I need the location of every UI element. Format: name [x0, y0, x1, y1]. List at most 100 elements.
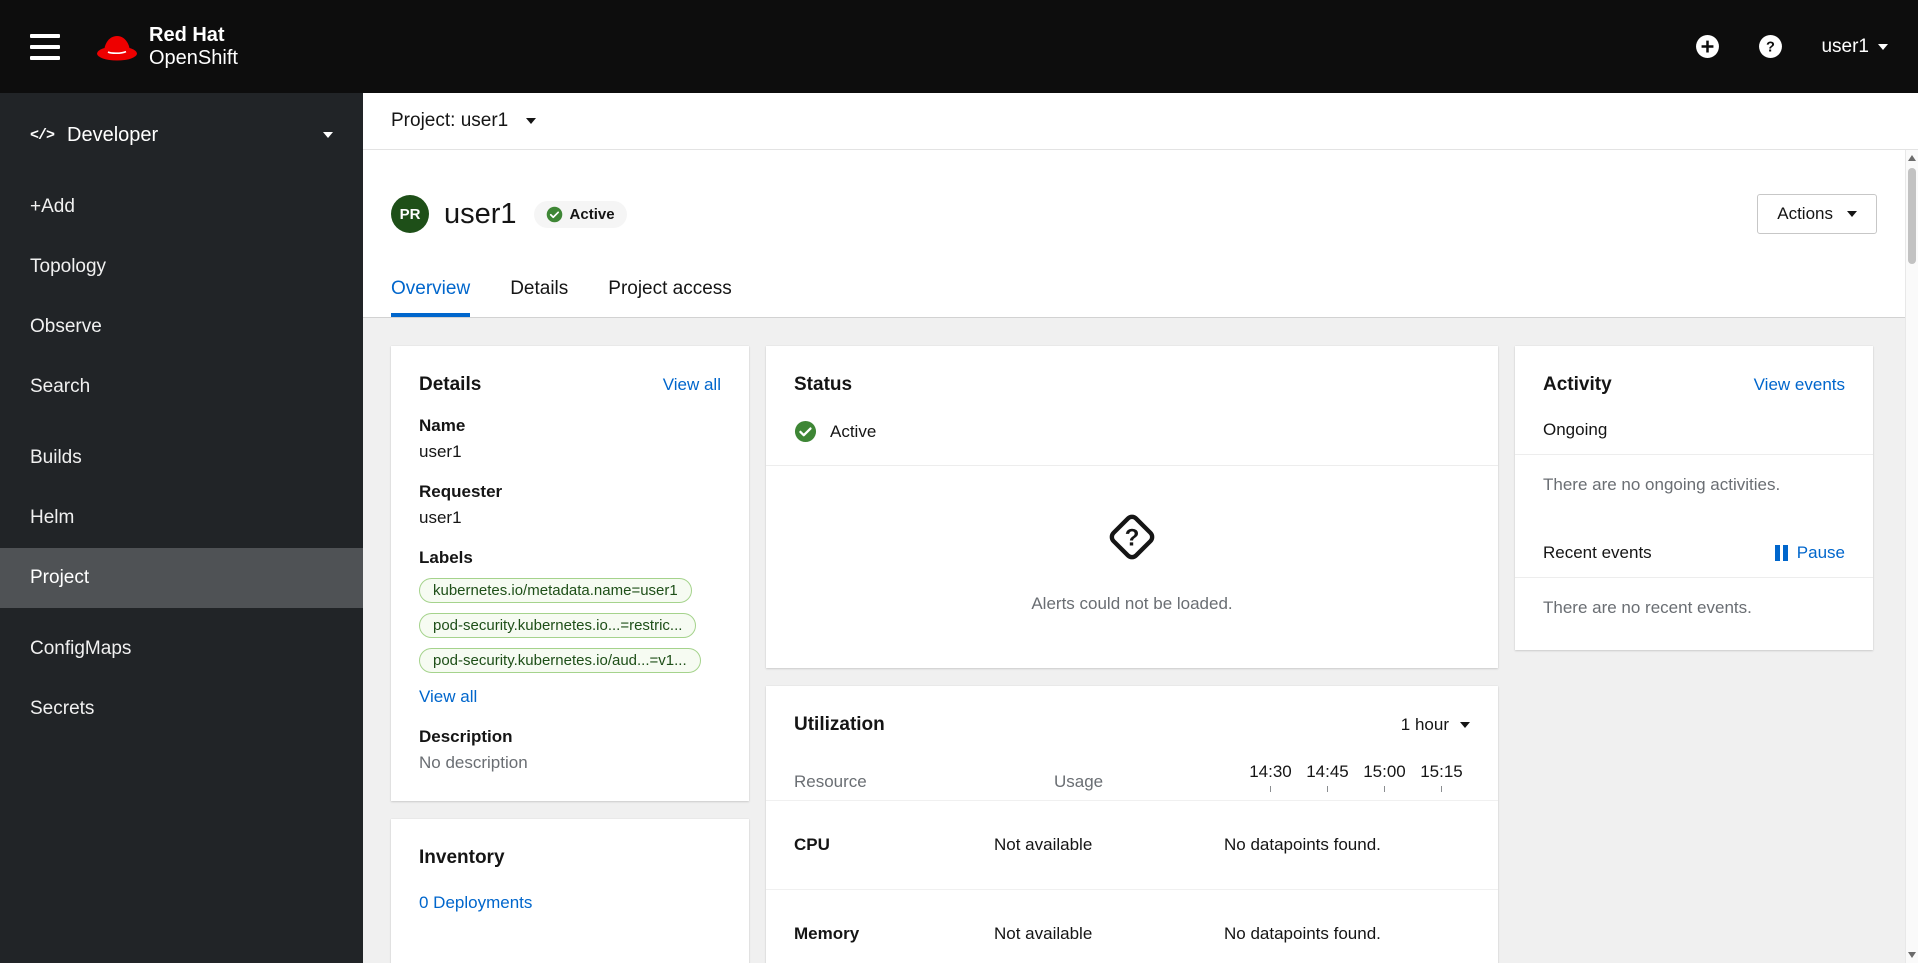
- app-body: </> Developer +Add Topology Observe Sear…: [0, 93, 1918, 963]
- time-tick: 14:45: [1299, 762, 1356, 792]
- inventory-card-title: Inventory: [419, 847, 505, 868]
- resource-header: Resource: [794, 772, 867, 791]
- view-events-link[interactable]: View events: [1754, 375, 1845, 395]
- masthead-toolbar: ? user1: [1695, 34, 1888, 59]
- name-field: Name user1: [419, 416, 721, 462]
- duration-dropdown[interactable]: 1 hour: [1401, 715, 1470, 735]
- time-tick: 15:15: [1413, 762, 1470, 792]
- sidebar-item-project[interactable]: Project: [0, 548, 363, 608]
- label-pill[interactable]: pod-security.kubernetes.io...=restric...: [419, 613, 697, 638]
- sidebar-item-secrets[interactable]: Secrets: [0, 679, 363, 739]
- sidebar-item-add[interactable]: +Add: [0, 177, 363, 237]
- sidebar-item-label: ConfigMaps: [30, 638, 132, 659]
- pause-label: Pause: [1796, 543, 1845, 562]
- check-circle-icon: [794, 420, 817, 443]
- sidebar-item-topology[interactable]: Topology: [0, 237, 363, 297]
- resource-name: CPU: [794, 835, 830, 854]
- utilization-card-title: Utilization: [794, 714, 885, 735]
- utilization-row-memory: Memory Not available No datapoints found…: [766, 889, 1498, 963]
- redhat-fedora-icon: [97, 35, 137, 60]
- recent-empty-message: There are no recent events.: [1543, 598, 1752, 617]
- details-view-all-link[interactable]: View all: [663, 375, 721, 395]
- labels-label: Labels: [419, 548, 473, 567]
- tab-overview[interactable]: Overview: [391, 278, 471, 317]
- time-axis: 14:30 14:45 15:00 15:15: [1242, 762, 1470, 792]
- name-label: Name: [419, 416, 466, 435]
- actions-label: Actions: [1777, 204, 1833, 223]
- sidebar-item-label: Secrets: [30, 698, 95, 719]
- utilization-card: Utilization 1 hour Resource Usage 14:30 …: [766, 686, 1498, 963]
- plus-circle-icon: [1696, 35, 1720, 58]
- sidebar-item-helm[interactable]: Helm: [0, 488, 363, 548]
- page-header: PR user1 Active Actions Overview Details…: [363, 150, 1918, 318]
- labels-view-all-link[interactable]: View all: [419, 687, 477, 706]
- sidebar: </> Developer +Add Topology Observe Sear…: [0, 93, 363, 963]
- details-card-title: Details: [419, 374, 482, 395]
- username-label: user1: [1821, 35, 1869, 57]
- nav-toggle-button[interactable]: [30, 30, 60, 64]
- brand-line2: OpenShift: [149, 46, 238, 69]
- masthead: Red Hat OpenShift ? user1: [0, 0, 1918, 93]
- scrollbar-up-arrow[interactable]: [1908, 155, 1916, 161]
- sidebar-item-observe[interactable]: Observe: [0, 297, 363, 357]
- caret-down-icon: [323, 132, 333, 138]
- quick-add-button[interactable]: [1695, 34, 1720, 59]
- scrollbar-thumb[interactable]: [1908, 168, 1916, 264]
- project-dropdown-label: Project: user1: [391, 110, 509, 131]
- sidebar-item-label: Topology: [30, 256, 107, 277]
- status-active-row: Active: [766, 396, 1498, 465]
- name-value: user1: [419, 442, 462, 461]
- label-pill[interactable]: kubernetes.io/metadata.name=user1: [419, 578, 692, 603]
- caret-down-icon: [1878, 43, 1888, 50]
- user-menu[interactable]: user1: [1821, 36, 1888, 58]
- label-pill[interactable]: pod-security.kubernetes.io/aud...=v1...: [419, 648, 701, 673]
- sidebar-item-label: Observe: [30, 316, 102, 337]
- left-column: Details View all Name user1 Requester us…: [391, 346, 749, 963]
- svg-text:?: ?: [1125, 525, 1140, 552]
- tabs: Overview Details Project access: [391, 278, 1877, 317]
- brand-line1: Red Hat: [149, 23, 225, 46]
- details-card: Details View all Name user1 Requester us…: [391, 346, 749, 801]
- caret-down-icon: [1460, 722, 1470, 728]
- perspective-label: Developer: [67, 123, 159, 146]
- deployments-link[interactable]: 0 Deployments: [419, 893, 532, 912]
- time-tick: 15:00: [1356, 762, 1413, 792]
- duration-label: 1 hour: [1400, 715, 1449, 734]
- overview-dashboard: Details View all Name user1 Requester us…: [363, 318, 1918, 963]
- requester-label: Requester: [419, 482, 503, 501]
- brand-logo: Red Hat OpenShift: [96, 24, 238, 70]
- scrollbar[interactable]: [1905, 150, 1918, 963]
- activity-card: Activity View events Ongoing There are n…: [1515, 346, 1873, 650]
- app-root: Red Hat OpenShift ? user1 </> Developer …: [0, 0, 1918, 963]
- recent-events-title: Recent events: [1543, 543, 1652, 562]
- caret-down-icon: [1847, 211, 1857, 217]
- inventory-card: Inventory 0 Deployments: [391, 819, 749, 963]
- resource-usage: Not available: [994, 835, 1093, 854]
- requester-field: Requester user1: [419, 482, 721, 528]
- right-column: Activity View events Ongoing There are n…: [1515, 346, 1873, 650]
- tab-details[interactable]: Details: [510, 278, 568, 317]
- utilization-axis-row: Resource Usage 14:30 14:45 15:00 15:15: [766, 736, 1498, 800]
- sidebar-item-configmaps[interactable]: ConfigMaps: [0, 619, 363, 679]
- project-dropdown[interactable]: Project: user1: [391, 110, 537, 132]
- help-button[interactable]: ?: [1758, 34, 1783, 59]
- actions-dropdown[interactable]: Actions: [1757, 194, 1877, 234]
- perspective-switcher[interactable]: </> Developer: [0, 93, 363, 177]
- activity-card-title: Activity: [1543, 374, 1612, 395]
- tab-project-access[interactable]: Project access: [608, 278, 732, 317]
- description-label: Description: [419, 727, 513, 746]
- status-state-label: Active: [830, 421, 877, 441]
- status-badge-label: Active: [569, 205, 615, 223]
- sidebar-item-label: Search: [30, 376, 91, 397]
- sidebar-item-builds[interactable]: Builds: [0, 428, 363, 488]
- alerts-empty-state: ? Alerts could not be loaded.: [766, 466, 1498, 668]
- svg-text:?: ?: [1767, 40, 1776, 56]
- hamburger-icon: [30, 33, 60, 38]
- scrollbar-down-arrow[interactable]: [1908, 952, 1916, 958]
- status-badge: Active: [533, 200, 627, 228]
- sidebar-item-search[interactable]: Search: [0, 357, 363, 417]
- sidebar-item-label: +Add: [30, 196, 75, 217]
- pause-button[interactable]: Pause: [1774, 543, 1845, 563]
- resource-usage: Not available: [994, 924, 1093, 943]
- requester-value: user1: [419, 508, 462, 527]
